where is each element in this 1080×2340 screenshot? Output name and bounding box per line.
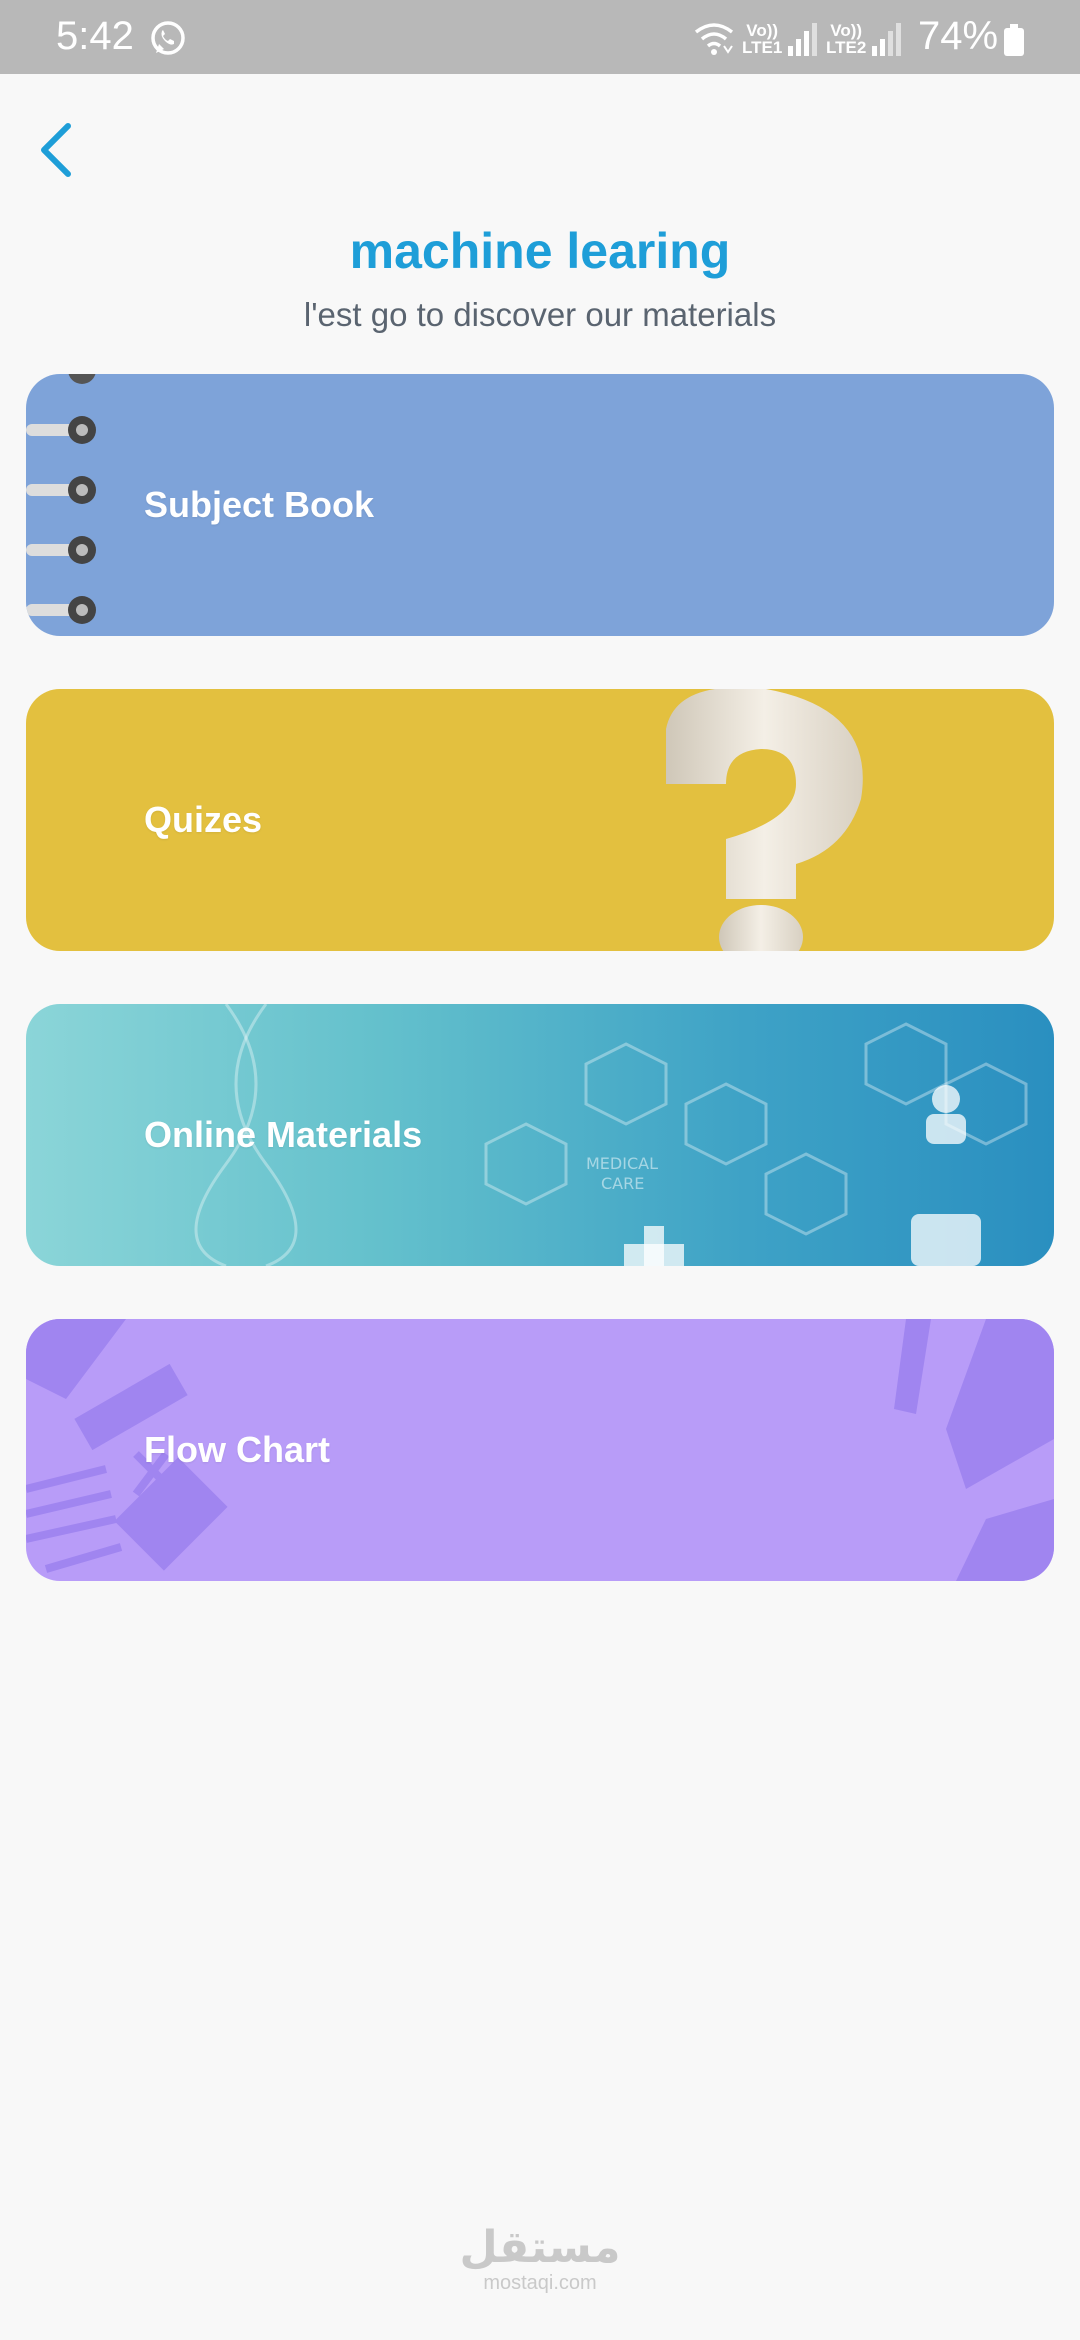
sim2-indicator: Vo)) LTE2 [826, 22, 866, 56]
spiral-ring-icon [26, 374, 96, 624]
watermark-arabic: مستقل [459, 2223, 621, 2272]
chevron-left-icon [41, 123, 71, 177]
sim1-volte: Vo)) [746, 21, 779, 40]
card-label: Flow Chart [144, 1429, 330, 1470]
sim1-lte: LTE1 [742, 38, 783, 57]
sim2-lte: LTE2 [826, 38, 867, 57]
card-label: Quizes [144, 799, 263, 840]
wifi-icon [694, 23, 734, 55]
battery-icon [1004, 24, 1024, 56]
status-time: 5:42 [56, 14, 134, 58]
status-bar: 5:42 Vo)) LTE1 Vo)) LTE2 74% [0, 0, 1080, 74]
watermark-latin: mostaqi.com [483, 2272, 597, 2294]
watermark-logo: مستقل mostaqi.com [0, 2223, 1080, 2295]
quizes-card[interactable]: Quizes [26, 689, 1054, 951]
page-subtitle: l'est go to discover our materials [303, 296, 777, 333]
card-label: Online Materials [144, 1114, 423, 1155]
online-materials-card[interactable]: MEDICAL CARE Online Materials [26, 1004, 1054, 1266]
card-label: Subject Book [144, 484, 375, 525]
signal-icon [788, 23, 817, 56]
whatsapp-icon [151, 21, 185, 55]
back-button[interactable] [34, 118, 78, 182]
svg-text:MEDICAL: MEDICAL [586, 1154, 658, 1173]
page-title: machine learing [349, 223, 731, 279]
sim1-indicator: Vo)) LTE1 [742, 22, 782, 56]
signal-icon [872, 23, 901, 56]
subject-book-card[interactable]: Subject Book [26, 374, 1054, 636]
flow-chart-card[interactable]: Flow Chart [26, 1319, 1054, 1581]
battery-percent: 74% [918, 14, 999, 58]
sim2-volte: Vo)) [830, 21, 863, 40]
svg-text:CARE: CARE [601, 1174, 644, 1193]
